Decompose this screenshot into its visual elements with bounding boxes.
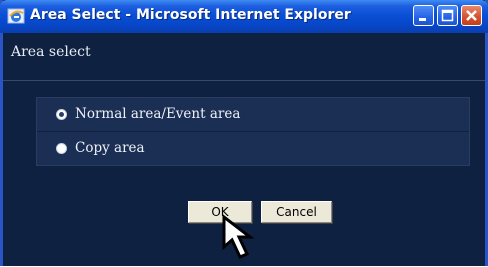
radio-normal-area[interactable]: [56, 109, 67, 120]
pointer-cursor-icon: [220, 213, 270, 263]
divider: [3, 80, 485, 81]
option-label: Copy area: [75, 140, 145, 156]
option-normal-area[interactable]: Normal area/Event area: [37, 98, 469, 131]
browser-window: Area Select - Microsoft Internet Explore…: [0, 0, 488, 266]
option-label: Normal area/Event area: [75, 106, 241, 122]
page-title: Area select: [11, 44, 91, 60]
ie-icon: [7, 7, 25, 25]
cancel-button[interactable]: Cancel: [261, 201, 332, 223]
radio-copy-area[interactable]: [56, 143, 67, 154]
title-bar[interactable]: Area Select - Microsoft Internet Explore…: [0, 0, 488, 33]
minimize-button[interactable]: [413, 5, 434, 26]
window-title: Area Select - Microsoft Internet Explore…: [30, 7, 351, 23]
area-options: Normal area/Event area Copy area: [36, 97, 470, 166]
maximize-button[interactable]: [437, 5, 458, 26]
option-copy-area[interactable]: Copy area: [37, 131, 469, 165]
close-button[interactable]: [461, 5, 482, 26]
